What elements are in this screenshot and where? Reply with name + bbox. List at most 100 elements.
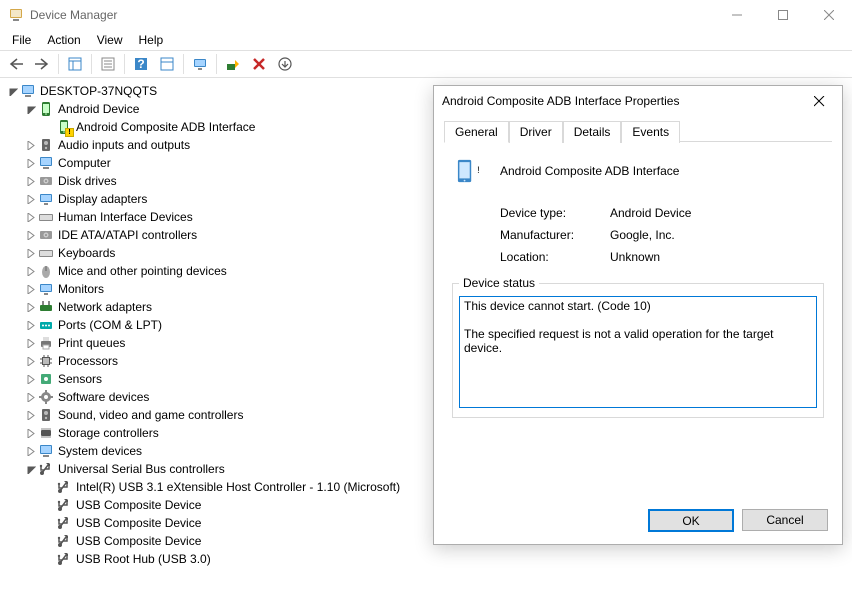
tree-label: Network adapters: [58, 300, 152, 314]
usb-icon: [56, 497, 72, 513]
show-hide-tree-button[interactable]: [63, 52, 87, 76]
tree-label: Sensors: [58, 372, 102, 386]
dialog-title: Android Composite ADB Interface Properti…: [442, 94, 804, 108]
disable-device-button[interactable]: [273, 52, 297, 76]
properties-dialog: Android Composite ADB Interface Properti…: [433, 85, 843, 545]
tree-label: Monitors: [58, 282, 104, 296]
maximize-button[interactable]: [760, 0, 806, 30]
window-controls: [714, 0, 852, 30]
cpu-icon: [38, 353, 54, 369]
expand-icon[interactable]: [24, 141, 38, 150]
port-icon: [38, 317, 54, 333]
tree-label: Android Device: [58, 102, 139, 116]
tree-label: Universal Serial Bus controllers: [58, 462, 225, 476]
tab-details[interactable]: Details: [563, 121, 622, 143]
tree-label: IDE ATA/ATAPI controllers: [58, 228, 197, 242]
expand-icon[interactable]: [24, 231, 38, 240]
dialog-titlebar[interactable]: Android Composite ADB Interface Properti…: [434, 86, 842, 116]
expand-icon[interactable]: [24, 447, 38, 456]
location-label: Location:: [500, 250, 610, 264]
nav-back-button[interactable]: [4, 52, 28, 76]
mouse-icon: [38, 263, 54, 279]
toolbar-separator: [216, 54, 217, 74]
device-name: Android Composite ADB Interface: [500, 164, 679, 178]
expand-icon[interactable]: [24, 339, 38, 348]
device-status-legend: Device status: [459, 276, 539, 290]
dialog-body: ! Android Composite ADB Interface Device…: [434, 142, 842, 426]
menu-action[interactable]: Action: [39, 31, 88, 49]
device-type-label: Device type:: [500, 206, 610, 220]
expand-icon[interactable]: [24, 267, 38, 276]
tree-label: Ports (COM & LPT): [58, 318, 162, 332]
expand-icon[interactable]: [24, 357, 38, 366]
tree-item-usb-roothub[interactable]: USB Root Hub (USB 3.0): [6, 550, 852, 568]
toolbar-separator: [124, 54, 125, 74]
dialog-buttons: OK Cancel: [648, 509, 828, 532]
scan-hardware-button[interactable]: [188, 52, 212, 76]
tree-label: Audio inputs and outputs: [58, 138, 190, 152]
expand-icon[interactable]: [24, 213, 38, 222]
expand-icon[interactable]: [24, 195, 38, 204]
ok-button[interactable]: OK: [648, 509, 734, 532]
expand-icon[interactable]: [24, 303, 38, 312]
device-large-icon: !: [452, 154, 486, 188]
close-button[interactable]: [806, 0, 852, 30]
tree-label: Intel(R) USB 3.1 eXtensible Host Control…: [76, 480, 400, 494]
help-button[interactable]: ?: [129, 52, 153, 76]
expand-icon[interactable]: [24, 429, 38, 438]
network-icon: [38, 299, 54, 315]
device-status-text[interactable]: [459, 296, 817, 408]
usb-icon: [56, 515, 72, 531]
tree-label: Computer: [58, 156, 111, 170]
expand-icon[interactable]: [24, 393, 38, 402]
nav-forward-button[interactable]: [30, 52, 54, 76]
tree-label: Human Interface Devices: [58, 210, 193, 224]
android-icon: [38, 101, 54, 117]
expand-icon[interactable]: [24, 105, 38, 114]
tab-events[interactable]: Events: [621, 121, 680, 143]
expand-icon[interactable]: [24, 321, 38, 330]
tree-label: USB Composite Device: [76, 534, 201, 548]
warning-badge-icon: !: [65, 128, 74, 137]
system-icon: [38, 443, 54, 459]
expand-icon[interactable]: [24, 465, 38, 474]
disk-icon: [38, 173, 54, 189]
tree-label: Disk drives: [58, 174, 117, 188]
menu-help[interactable]: Help: [131, 31, 172, 49]
menu-view[interactable]: View: [89, 31, 131, 49]
menu-file[interactable]: File: [4, 31, 39, 49]
tree-label: USB Root Hub (USB 3.0): [76, 552, 211, 566]
device-status-group: Device status: [452, 276, 824, 418]
update-driver-button[interactable]: [221, 52, 245, 76]
expand-icon[interactable]: [24, 375, 38, 384]
toolbar-separator: [91, 54, 92, 74]
manufacturer-value: Google, Inc.: [610, 228, 675, 242]
dialog-close-button[interactable]: [804, 86, 834, 116]
tree-label: Android Composite ADB Interface: [76, 120, 255, 134]
action-button[interactable]: [155, 52, 179, 76]
properties-button[interactable]: [96, 52, 120, 76]
expand-icon[interactable]: [24, 411, 38, 420]
expand-icon[interactable]: [6, 87, 20, 96]
device-type-value: Android Device: [610, 206, 691, 220]
dialog-tabs: General Driver Details Events: [444, 120, 832, 142]
tab-driver[interactable]: Driver: [509, 121, 563, 143]
expand-icon[interactable]: [24, 249, 38, 258]
keyboard-icon: [38, 245, 54, 261]
sensor-icon: [38, 371, 54, 387]
minimize-button[interactable]: [714, 0, 760, 30]
tree-label: USB Composite Device: [76, 498, 201, 512]
speaker-icon: [38, 137, 54, 153]
expand-icon[interactable]: [24, 285, 38, 294]
manufacturer-label: Manufacturer:: [500, 228, 610, 242]
tree-label: System devices: [58, 444, 142, 458]
uninstall-device-button[interactable]: [247, 52, 271, 76]
tree-label: Processors: [58, 354, 118, 368]
tab-general[interactable]: General: [444, 121, 509, 143]
svg-text:?: ?: [137, 57, 144, 71]
cancel-button[interactable]: Cancel: [742, 509, 828, 531]
expand-icon[interactable]: [24, 177, 38, 186]
expand-icon[interactable]: [24, 159, 38, 168]
tree-label: Display adapters: [58, 192, 147, 206]
titlebar: Device Manager: [0, 0, 852, 30]
